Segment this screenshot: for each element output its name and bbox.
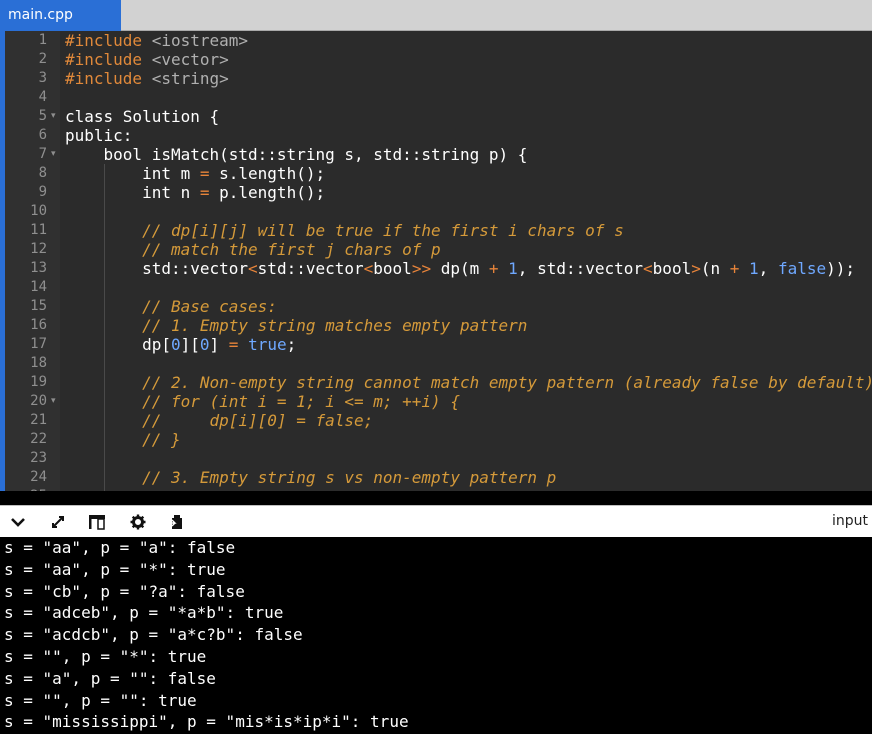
line-number: 24 — [30, 469, 47, 485]
clear-icon[interactable] — [166, 512, 186, 532]
fold-arrow-icon[interactable]: ▾ — [51, 392, 56, 411]
tab-bar: main.cpp — [0, 0, 872, 31]
line-number: 3 — [38, 70, 47, 86]
code-line: std::vector<std::vector<bool>> dp(m + 1,… — [65, 259, 856, 278]
line-number: 10 — [30, 203, 47, 219]
line-number: 11 — [30, 222, 47, 238]
console-line: s = "mississippi", p = "mis*is*ip*i": tr… — [4, 712, 409, 732]
code-line: dp[0][0] = true; — [65, 335, 297, 354]
code-line: int m = s.length(); — [65, 164, 326, 183]
line-number: 1 — [38, 32, 47, 48]
fold-arrow-icon[interactable]: ▾ — [51, 145, 56, 164]
code-comment: // } — [65, 430, 181, 449]
gear-icon[interactable] — [128, 512, 148, 532]
console-line: s = "cb", p = "?a": false — [4, 581, 245, 601]
console-toolbar: input — [0, 505, 872, 537]
code-comment: // dp[i][0] = false; — [65, 411, 374, 430]
line-number: 25 — [5, 487, 47, 491]
expand-icon[interactable] — [48, 512, 68, 532]
code-comment: // 2. Non-empty string cannot match empt… — [65, 373, 872, 392]
layout-icon[interactable] — [87, 512, 107, 532]
code-comment: // dp[i][j] will be true if the first i … — [65, 221, 624, 240]
console-output[interactable]: s = "aa", p = "a": false s = "aa", p = "… — [0, 537, 872, 734]
code-comment: // match the first j chars of p — [65, 240, 441, 259]
line-number-gutter: 1 2 3 4 5 ▾ 6 7 ▾ 8 9 10 11 12 13 14 15 … — [5, 31, 60, 491]
line-number: 6 — [38, 127, 47, 143]
line-number: 21 — [30, 412, 47, 428]
line-number: 16 — [30, 317, 47, 333]
line-number: 4 — [38, 89, 47, 105]
line-number: 8 — [38, 165, 47, 181]
chevron-down-icon[interactable] — [8, 512, 28, 532]
code-comment: // 1. Empty string matches empty pattern — [65, 316, 528, 335]
line-number: 5 — [38, 108, 47, 124]
fold-arrow-icon[interactable]: ▾ — [51, 107, 56, 126]
line-number: 9 — [38, 184, 47, 200]
code-line: int n = p.length(); — [65, 183, 326, 202]
line-number: 22 — [30, 431, 47, 447]
line-number: 20 — [30, 393, 47, 409]
line-number: 2 — [38, 51, 47, 67]
line-number: 14 — [30, 279, 47, 295]
code-editor[interactable]: 1 2 3 4 5 ▾ 6 7 ▾ 8 9 10 11 12 13 14 15 … — [0, 31, 872, 491]
console-line: s = "", p = "": true — [4, 690, 197, 710]
code-comment: // for (int i = 1; i <= m; ++i) { — [65, 392, 460, 411]
line-number: 18 — [30, 355, 47, 371]
line-number: 23 — [30, 450, 47, 466]
input-toggle[interactable]: input — [832, 513, 868, 529]
line-number: 12 — [30, 241, 47, 257]
code-line: #include <iostream> — [65, 31, 249, 50]
tab-main-cpp[interactable]: main.cpp — [0, 0, 121, 31]
code-comment: // 3. Empty string s vs non-empty patter… — [65, 468, 557, 487]
console-line: s = "aa", p = "a": false — [4, 538, 236, 557]
line-number: 7 — [38, 146, 47, 162]
console-line: s = "acdcb", p = "a*c?b": false — [4, 625, 303, 645]
code-area[interactable]: #include <iostream> #include <vector> #i… — [65, 31, 872, 491]
code-line: #include <vector> — [65, 50, 229, 69]
console-line: s = "a", p = "": false — [4, 668, 216, 688]
console-line: s = "aa", p = "*": true — [4, 559, 226, 579]
line-number: 15 — [30, 298, 47, 314]
console-line: s = "", p = "*": true — [4, 647, 207, 666]
line-number: 13 — [30, 260, 47, 276]
line-number: 17 — [30, 336, 47, 352]
code-comment: // Base cases: — [65, 297, 277, 316]
line-number: 19 — [30, 374, 47, 390]
code-line: bool isMatch(std::string s, std::string … — [65, 145, 528, 164]
code-line: class Solution { — [65, 107, 220, 126]
code-line: public: — [65, 126, 133, 145]
console-line: s = "adceb", p = "*a*b": true — [4, 603, 284, 623]
code-line: #include <string> — [65, 69, 229, 88]
